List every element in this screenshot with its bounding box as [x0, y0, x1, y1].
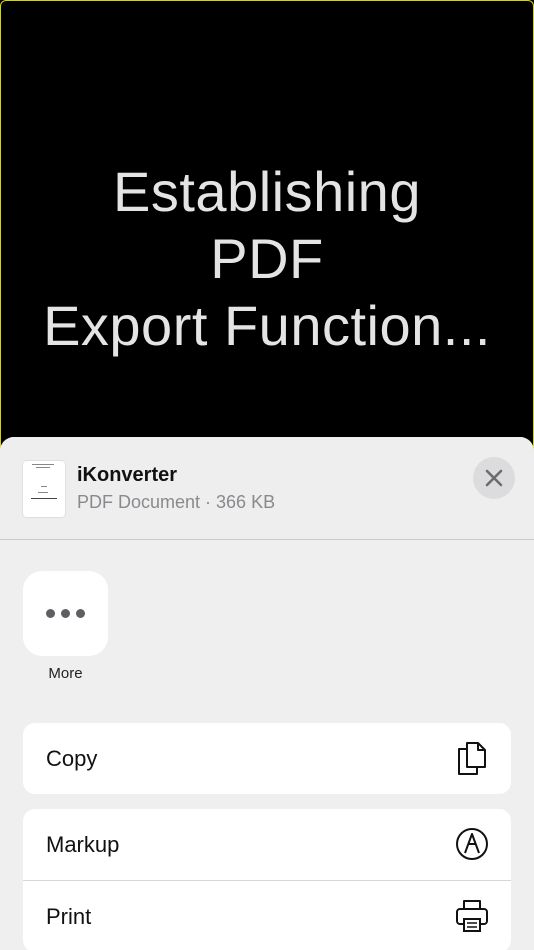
markup-icon: [456, 828, 488, 860]
share-sheet-header: iKonverter PDF Document · 366 KB: [0, 437, 534, 540]
background-line-1: Establishing: [113, 160, 421, 223]
document-thumbnail: [23, 461, 65, 517]
more-app-label: More: [48, 665, 83, 682]
background-line-2: PDF: [210, 227, 324, 290]
close-button[interactable]: [473, 457, 515, 499]
document-title: iKonverter: [77, 464, 178, 486]
markup-action[interactable]: Markup: [23, 809, 511, 880]
background-message: Establishing PDF Export Function...: [0, 158, 534, 359]
print-action[interactable]: Print: [23, 880, 511, 950]
markup-action-label: Markup: [46, 831, 120, 857]
copy-icon: [458, 742, 486, 775]
copy-action[interactable]: Copy: [23, 723, 511, 794]
copy-action-label: Copy: [46, 745, 98, 771]
close-icon: [485, 469, 503, 487]
action-group-copy: Copy: [23, 723, 511, 794]
more-app-button[interactable]: [23, 571, 108, 656]
ellipsis-icon: [43, 609, 88, 618]
action-group-tools: Markup Print: [23, 809, 511, 950]
document-subtitle: PDF Document · 366 KB: [77, 492, 276, 512]
print-icon: [456, 900, 488, 932]
background-line-3: Export Function...: [43, 294, 491, 357]
print-action-label: Print: [46, 903, 92, 929]
share-sheet: iKonverter PDF Document · 366 KB More Co…: [0, 437, 534, 950]
